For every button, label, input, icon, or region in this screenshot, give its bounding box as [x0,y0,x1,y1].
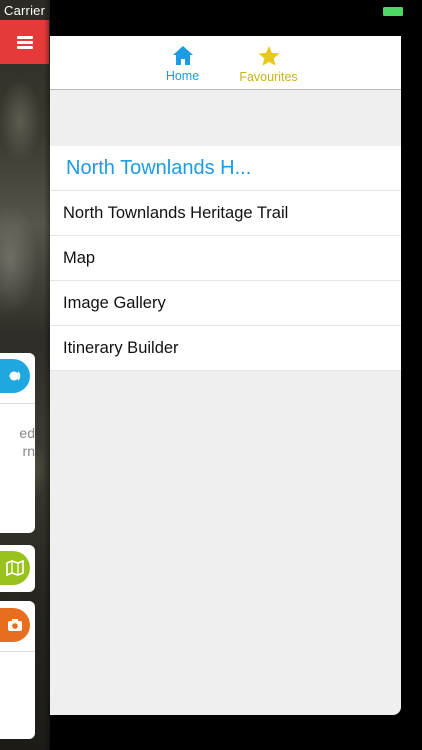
home-icon [172,46,193,65]
battery-icon [383,7,403,16]
tab-bar: Home Favourites [50,36,401,90]
list-item-itinerary-builder[interactable]: Itinerary Builder [50,326,401,371]
tab-favourites[interactable]: Favourites [236,36,302,89]
tab-home-label: Home [165,69,200,83]
tab-home[interactable]: Home [150,36,216,89]
carrier-label: Carrier [4,3,46,18]
menu-button[interactable] [0,20,49,64]
side-menu-panel: Home Favourites North Townlands H... Nor… [50,36,401,715]
card-divider [0,651,35,652]
list-item-image-gallery[interactable]: Image Gallery [50,281,401,326]
card-divider [0,403,35,404]
menu-list: North Townlands H... North Townlands Her… [50,146,401,371]
tab-favourites-label: Favourites [239,70,298,84]
hamburger-icon [16,36,33,49]
list-item-heritage-trail[interactable]: North Townlands Heritage Trail [50,191,401,236]
star-icon [258,46,279,66]
background-card-text: ed rn [19,425,35,459]
list-item-map[interactable]: Map [50,236,401,281]
menu-header-title: North Townlands H... [50,146,401,191]
